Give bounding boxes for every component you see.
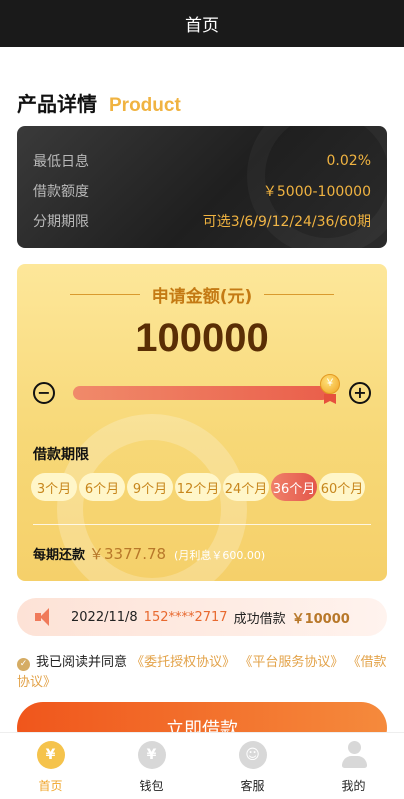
agreement-link-authorization[interactable]: 《委托授权协议》 [131, 655, 235, 670]
notice-text: 成功借款 [233, 611, 286, 627]
plus-button[interactable]: + [349, 382, 371, 404]
repayment-summary: 每期还款 ￥3377.78 (月利息￥600.00) [33, 543, 265, 564]
speaker-icon [35, 608, 57, 626]
service-icon: ☺ [238, 741, 267, 769]
tab-home[interactable]: ¥ 首页 [0, 733, 101, 799]
product-title-en: Product [109, 95, 181, 116]
product-info-card: 最低日息 0.02% 借款额度 ￥5000-100000 分期期限 可选3/6/… [17, 126, 387, 248]
apply-amount-title: 申请金额(元) [151, 287, 253, 307]
plus-icon: + [353, 383, 367, 402]
slider-track[interactable] [73, 386, 329, 400]
apply-amount-header: 申请金额(元) [17, 282, 387, 307]
tab-label: 我的 [341, 779, 366, 793]
main-content: 产品详情 Product 最低日息 0.02% 借款额度 ￥5000-10000… [0, 47, 404, 799]
term-option-9[interactable]: 9个月 [127, 473, 173, 501]
term-option-24[interactable]: 24个月 [223, 473, 269, 501]
header-line-left [69, 294, 140, 295]
term-label: 借款期限 [33, 447, 89, 463]
bottom-tab-bar: ¥ 首页 ¥ 钱包 ☺ 客服 我的 [0, 732, 404, 799]
divider [33, 524, 371, 525]
agreement-link-service[interactable]: 《平台服务协议》 [239, 655, 343, 670]
card-decoration [247, 126, 387, 248]
user-icon [340, 741, 368, 769]
header-line-right [264, 294, 335, 295]
product-section-title: 产品详情 Product [17, 88, 181, 117]
slider-thumb-ribbon [324, 394, 336, 404]
tab-label: 客服 [240, 779, 265, 793]
tab-service[interactable]: ☺ 客服 [202, 733, 303, 799]
term-option-12[interactable]: 12个月 [175, 473, 221, 501]
term-options: 3个月 6个月 9个月 12个月 24个月 36个月 60个月 [31, 473, 365, 501]
wallet-icon: ¥ [137, 741, 166, 769]
apply-amount-value: 100000 [135, 316, 269, 360]
tab-label: 首页 [38, 779, 63, 793]
checkmark-icon[interactable]: ✓ [17, 658, 30, 671]
tab-label: 钱包 [139, 779, 164, 793]
top-navigation-bar: 首页 [0, 0, 404, 47]
info-label: 借款额度 [33, 184, 89, 200]
amount-slider[interactable]: − ￥ + [33, 374, 371, 406]
term-option-6[interactable]: 6个月 [79, 473, 125, 501]
notice-amount: ￥10000 [291, 611, 350, 627]
tab-mine[interactable]: 我的 [303, 733, 404, 799]
info-label: 最低日息 [33, 154, 89, 170]
home-icon: ¥ [36, 741, 65, 769]
repay-label: 每期还款 [33, 548, 86, 563]
info-label: 分期期限 [33, 214, 89, 230]
term-option-60[interactable]: 60个月 [319, 473, 365, 501]
product-title-cn: 产品详情 [17, 92, 97, 116]
term-option-3[interactable]: 3个月 [31, 473, 77, 501]
loan-notice-bar: 2022/11/8 152****2717 成功借款 ￥10000 [17, 598, 387, 636]
page-title: 首页 [185, 16, 219, 36]
minus-icon: − [37, 383, 51, 402]
agreement-prefix: 我已阅读并同意 [36, 655, 128, 670]
minus-button[interactable]: − [33, 382, 55, 404]
agreement-line: ✓ 我已阅读并同意 《委托授权协议》 《平台服务协议》 《借款协议》 [17, 653, 389, 693]
slider-thumb-icon[interactable]: ￥ [320, 374, 340, 394]
repay-value: ￥3377.78 [89, 545, 167, 563]
repay-interest-note: (月利息￥600.00) [174, 549, 266, 562]
apply-amount-card: 申请金额(元) 100000 − ￥ + 借款期限 3个月 6个月 9个月 12… [17, 264, 387, 581]
term-option-36[interactable]: 36个月 [271, 473, 317, 501]
notice-phone: 152****2717 [143, 609, 228, 625]
tab-wallet[interactable]: ¥ 钱包 [101, 733, 202, 799]
notice-date: 2022/11/8 [71, 609, 138, 625]
